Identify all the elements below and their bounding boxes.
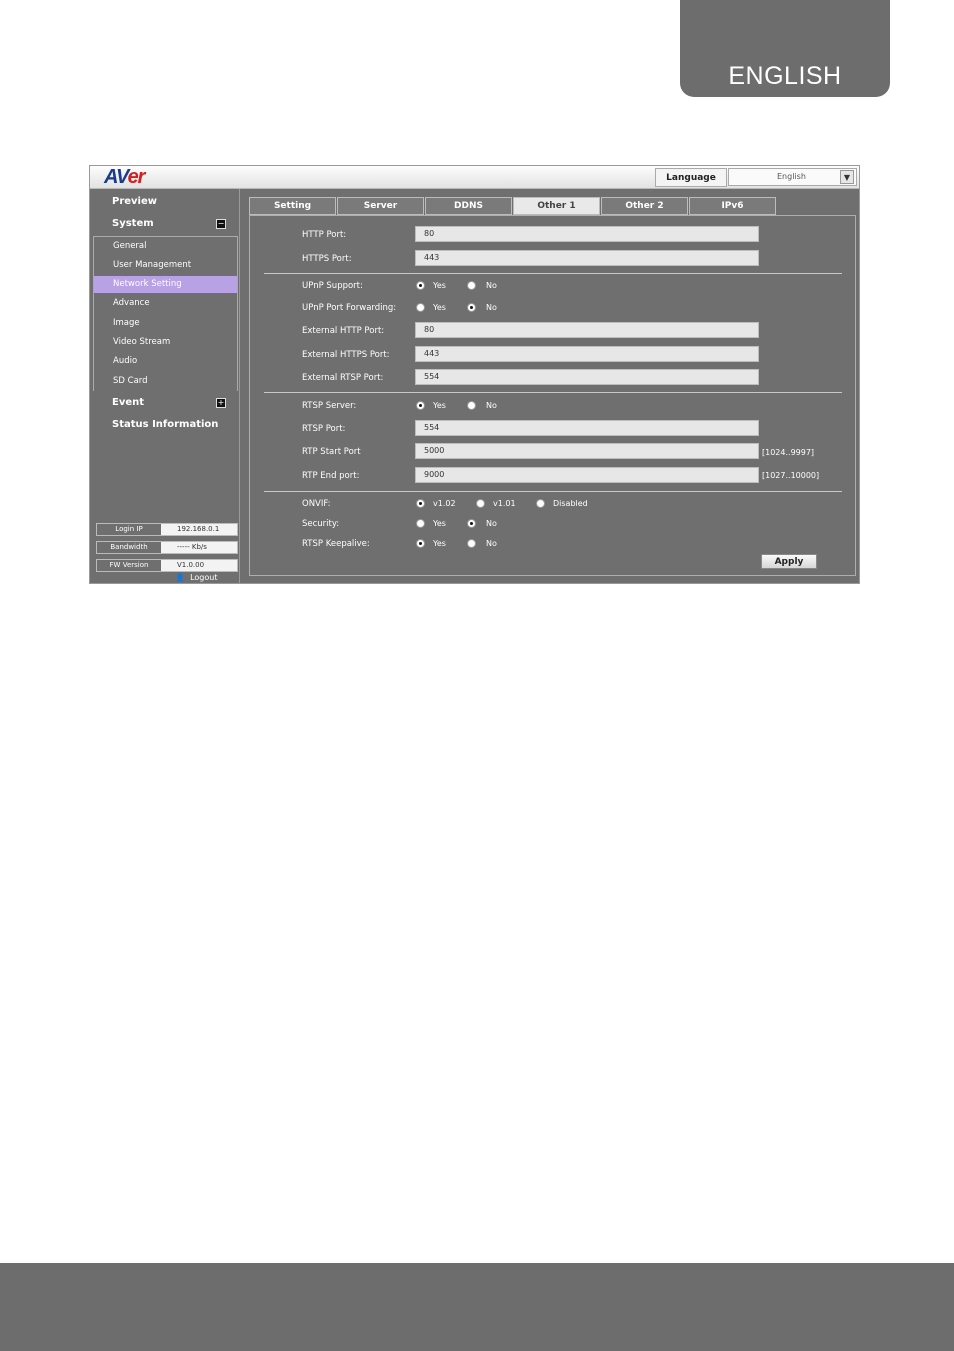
sidebar-item-video-stream[interactable]: Video Stream: [94, 334, 237, 351]
rtp-end-port-range: [1027..10000]: [762, 471, 820, 480]
login-ip-status: Login IP 192.168.0.1: [96, 523, 238, 536]
upnp-support-no-label: No: [486, 281, 497, 290]
divider: [264, 392, 842, 393]
sidebar: Preview System − General User Management…: [90, 189, 240, 583]
fw-version-status: FW Version V1.0.00: [96, 559, 238, 572]
rtsp-keepalive-yes-radio[interactable]: [416, 539, 425, 548]
top-bar: AVer Language English ▼: [90, 166, 859, 189]
divider: [264, 273, 842, 274]
language-select[interactable]: English ▼: [728, 168, 857, 186]
sidebar-item-sd-card[interactable]: SD Card: [94, 373, 237, 390]
external-http-port-input[interactable]: 80: [415, 322, 759, 338]
http-port-label: HTTP Port:: [302, 230, 347, 240]
sidebar-item-image[interactable]: Image: [94, 315, 237, 332]
onvif-v102-radio[interactable]: [416, 499, 425, 508]
security-yes-radio[interactable]: [416, 519, 425, 528]
logout-link[interactable]: 👤 Logout: [175, 573, 217, 582]
onvif-v101-radio[interactable]: [476, 499, 485, 508]
chevron-down-icon[interactable]: ▼: [840, 170, 854, 184]
sidebar-item-preview[interactable]: Preview: [112, 196, 157, 207]
tab-setting[interactable]: Setting: [249, 197, 336, 215]
upnp-support-yes-label: Yes: [433, 281, 446, 290]
upnp-forwarding-yes-radio[interactable]: [416, 303, 425, 312]
rtp-end-port-input[interactable]: 9000: [415, 467, 759, 483]
fw-version-value: V1.0.00: [177, 561, 205, 569]
rtsp-keepalive-no-label: No: [486, 539, 497, 548]
external-https-port-label: External HTTPS Port:: [302, 350, 390, 360]
footer-band: [0, 1263, 954, 1351]
rtsp-port-label: RTSP Port:: [302, 424, 346, 434]
upnp-forwarding-no-label: No: [486, 303, 497, 312]
login-ip-value: 192.168.0.1: [177, 525, 220, 533]
sidebar-item-status-information[interactable]: Status Information: [112, 419, 218, 430]
login-ip-label: Login IP: [97, 524, 161, 535]
rtp-start-port-label: RTP Start Port: [302, 447, 361, 457]
external-rtsp-port-label: External RTSP Port:: [302, 373, 384, 383]
upnp-port-forwarding-label: UPnP Port Forwarding:: [302, 303, 397, 313]
security-no-radio[interactable]: [467, 519, 476, 528]
onvif-disabled-radio[interactable]: [536, 499, 545, 508]
rtp-end-port-label: RTP End port:: [302, 471, 360, 481]
language-corner-tab: ENGLISH: [680, 0, 890, 97]
tab-ddns[interactable]: DDNS: [425, 197, 512, 215]
rtsp-server-no-radio[interactable]: [467, 401, 476, 410]
external-https-port-input[interactable]: 443: [415, 346, 759, 362]
sidebar-item-advance[interactable]: Advance: [94, 295, 237, 312]
fw-version-label: FW Version: [97, 560, 161, 571]
upnp-forwarding-yes-label: Yes: [433, 303, 446, 312]
external-rtsp-port-input[interactable]: 554: [415, 369, 759, 385]
sidebar-item-network-setting[interactable]: Network Setting: [94, 276, 237, 293]
rtp-start-port-input[interactable]: 5000: [415, 443, 759, 459]
aver-logo: AVer: [104, 166, 145, 188]
security-label: Security:: [302, 519, 340, 529]
tab-other-1[interactable]: Other 1: [513, 197, 600, 215]
bandwidth-value: ----- Kb/s: [177, 543, 207, 551]
security-yes-label: Yes: [433, 519, 446, 528]
language-label: Language: [655, 168, 727, 187]
onvif-disabled-label: Disabled: [553, 499, 588, 508]
rtsp-server-yes-label: Yes: [433, 401, 446, 410]
tab-server[interactable]: Server: [337, 197, 424, 215]
rtsp-server-label: RTSP Server:: [302, 401, 357, 411]
settings-panel: HTTP Port: 80 HTTPS Port: 443 UPnP Suppo…: [249, 215, 856, 576]
web-ui-screenshot: AVer Language English ▼ Preview System −…: [89, 165, 860, 584]
http-port-input[interactable]: 80: [415, 226, 759, 242]
sidebar-item-system[interactable]: System: [112, 218, 154, 229]
apply-button[interactable]: Apply: [761, 554, 817, 569]
bandwidth-status: Bandwidth ----- Kb/s: [96, 541, 238, 554]
expand-icon[interactable]: +: [216, 398, 226, 408]
sidebar-item-general[interactable]: General: [94, 238, 237, 255]
onvif-label: ONVIF:: [302, 499, 331, 509]
divider: [264, 491, 842, 492]
logout-label: Logout: [190, 573, 218, 582]
rtsp-server-no-label: No: [486, 401, 497, 410]
bandwidth-label: Bandwidth: [97, 542, 161, 553]
onvif-v102-label: v1.02: [433, 499, 456, 508]
upnp-support-label: UPnP Support:: [302, 281, 363, 291]
collapse-icon[interactable]: −: [216, 219, 226, 229]
rtsp-port-input[interactable]: 554: [415, 420, 759, 436]
rtsp-keepalive-label: RTSP Keepalive:: [302, 539, 370, 549]
rtsp-server-yes-radio[interactable]: [416, 401, 425, 410]
sidebar-item-user-management[interactable]: User Management: [94, 257, 237, 274]
language-value: English: [777, 172, 806, 181]
https-port-input[interactable]: 443: [415, 250, 759, 266]
tab-ipv6[interactable]: IPv6: [689, 197, 776, 215]
rtsp-keepalive-yes-label: Yes: [433, 539, 446, 548]
external-http-port-label: External HTTP Port:: [302, 326, 385, 336]
security-no-label: No: [486, 519, 497, 528]
upnp-support-no-radio[interactable]: [467, 281, 476, 290]
upnp-forwarding-no-radio[interactable]: [467, 303, 476, 312]
upnp-support-yes-radio[interactable]: [416, 281, 425, 290]
rtsp-keepalive-no-radio[interactable]: [467, 539, 476, 548]
sidebar-item-event[interactable]: Event: [112, 397, 144, 408]
tab-other-2[interactable]: Other 2: [601, 197, 688, 215]
rtp-start-port-range: [1024..9997]: [762, 448, 815, 457]
onvif-v101-label: v1.01: [493, 499, 516, 508]
https-port-label: HTTPS Port:: [302, 254, 352, 264]
system-submenu: General User Management Network Setting …: [93, 236, 238, 391]
user-icon: 👤: [175, 573, 185, 582]
sidebar-item-audio[interactable]: Audio: [94, 353, 237, 370]
